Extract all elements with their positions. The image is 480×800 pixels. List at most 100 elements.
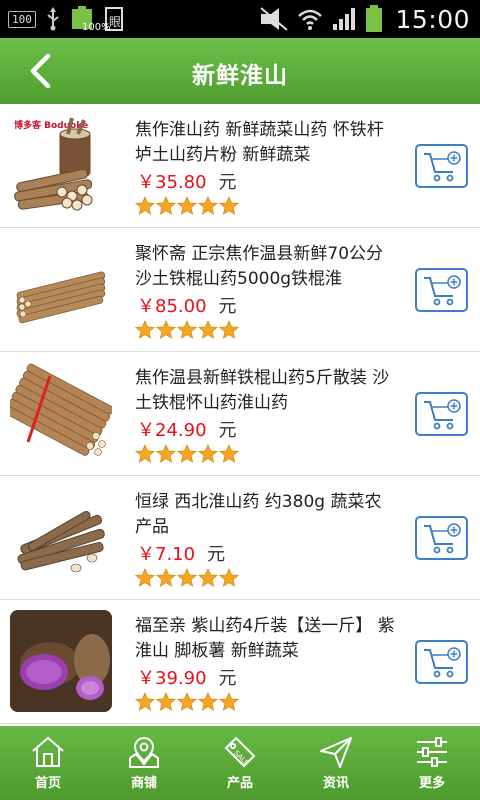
product-item[interactable]: 福至亲 紫山药4斤装【送一斤】 紫淮山 脚板薯 新鲜蔬菜 ￥39.90 元 xyxy=(0,600,480,724)
usb-icon xyxy=(47,7,59,31)
star-icon xyxy=(156,568,176,587)
signal-icon xyxy=(333,8,356,30)
star-icon xyxy=(198,568,218,587)
nav-item-home[interactable]: 首页 xyxy=(0,726,96,800)
product-item[interactable]: 博多客 Boduoke 焦作淮山药 新鲜蔬菜山药 怀铁杆垆土山药片粉 新鲜蔬菜 … xyxy=(0,104,480,228)
cart-add-icon xyxy=(423,275,461,306)
nav-item-products[interactable]: SALE 产品 xyxy=(192,726,288,800)
cart-add-icon xyxy=(423,151,461,182)
add-to-cart-button[interactable] xyxy=(415,392,468,436)
product-image xyxy=(10,362,112,464)
battery-percent: 100% xyxy=(82,22,111,33)
star-icon xyxy=(135,568,155,587)
sliders-icon xyxy=(417,737,447,767)
product-title[interactable]: 焦作温县新鲜铁棍山药5斤散装 沙土铁棍怀山药淮山药 xyxy=(135,366,397,416)
star-icon xyxy=(219,196,239,215)
home-icon xyxy=(32,736,64,767)
nav-label: 首页 xyxy=(34,776,61,791)
star-icon xyxy=(156,692,176,711)
price-unit: 元 xyxy=(218,420,237,441)
rating-stars xyxy=(135,692,239,712)
star-icon xyxy=(135,196,155,215)
add-to-cart-button[interactable] xyxy=(415,144,468,188)
bottom-nav: 首页 商铺 SALE 产品 资讯 更多 xyxy=(0,726,480,800)
title-bar: 新鲜淮山 xyxy=(0,38,480,104)
star-icon xyxy=(135,692,155,711)
star-icon xyxy=(156,196,176,215)
product-image: 博多客 Boduoke xyxy=(10,114,112,216)
add-to-cart-button[interactable] xyxy=(415,268,468,312)
product-title[interactable]: 恒绿 西北淮山药 约380g 蔬菜农产品 xyxy=(135,490,397,540)
star-icon xyxy=(156,444,176,463)
rating-stars xyxy=(135,196,239,216)
star-icon xyxy=(219,444,239,463)
status-right: 15:00 xyxy=(259,4,470,34)
product-item[interactable]: 聚怀斋 正宗焦作温县新鲜70公分沙土铁棍山药5000g铁棍淮 ￥85.00 元 xyxy=(0,228,480,352)
product-title[interactable]: 福至亲 紫山药4斤装【送一斤】 紫淮山 脚板薯 新鲜蔬菜 xyxy=(135,614,397,664)
price-unit: 元 xyxy=(218,668,237,689)
price-value: ￥7.10 xyxy=(137,544,196,565)
product-image xyxy=(10,238,112,340)
product-title[interactable]: 聚怀斋 正宗焦作温县新鲜70公分沙土铁棍山药5000g铁棍淮 xyxy=(135,242,397,292)
star-icon xyxy=(177,320,197,339)
product-item[interactable]: 恒绿 西北淮山药 约380g 蔬菜农产品 ￥7.10 元 xyxy=(0,476,480,600)
price-value: ￥24.90 xyxy=(137,420,207,441)
notification-badge: 100 xyxy=(8,10,36,28)
product-list[interactable]: 博多客 Boduoke 焦作淮山药 新鲜蔬菜山药 怀铁杆垆土山药片粉 新鲜蔬菜 … xyxy=(0,104,480,726)
svg-text:眼: 眼 xyxy=(109,15,121,29)
star-icon xyxy=(198,320,218,339)
nav-label: 资讯 xyxy=(322,776,349,791)
star-icon xyxy=(156,320,176,339)
store-icon xyxy=(129,736,159,768)
status-bar: 100 眼 100% 15:00 xyxy=(0,0,480,38)
product-item[interactable]: 焦作温县新鲜铁棍山药5斤散装 沙土铁棍怀山药淮山药 ￥24.90 元 xyxy=(0,352,480,476)
price-unit: 元 xyxy=(218,172,237,193)
nav-label: 商铺 xyxy=(130,776,157,791)
star-icon xyxy=(177,692,197,711)
product-price: ￥24.90 元 xyxy=(137,416,237,442)
price-unit: 元 xyxy=(207,544,226,565)
star-icon xyxy=(135,444,155,463)
rating-stars xyxy=(135,444,239,464)
price-value: ￥35.80 xyxy=(137,172,207,193)
nav-item-store[interactable]: 商铺 xyxy=(96,726,192,800)
page-title: 新鲜淮山 xyxy=(192,63,288,89)
price-unit: 元 xyxy=(218,296,237,317)
price-value: ￥39.90 xyxy=(137,668,207,689)
star-icon xyxy=(177,568,197,587)
wifi-icon xyxy=(298,9,323,30)
mute-icon xyxy=(260,7,289,31)
product-price: ￥85.00 元 xyxy=(137,292,237,318)
send-icon xyxy=(320,737,352,768)
nav-label: 更多 xyxy=(418,776,445,791)
nav-item-news[interactable]: 资讯 xyxy=(288,726,384,800)
star-icon xyxy=(177,444,197,463)
star-icon xyxy=(198,692,218,711)
cart-add-icon xyxy=(423,399,461,430)
clock: 15:00 xyxy=(395,4,470,34)
star-icon xyxy=(198,196,218,215)
nav-label: 产品 xyxy=(226,776,253,791)
product-title[interactable]: 焦作淮山药 新鲜蔬菜山药 怀铁杆垆土山药片粉 新鲜蔬菜 xyxy=(135,118,397,168)
product-price: ￥7.10 元 xyxy=(137,540,225,566)
cart-add-icon xyxy=(423,523,461,554)
tag-icon: SALE xyxy=(224,736,256,768)
rating-stars xyxy=(135,320,239,340)
nav-item-more[interactable]: 更多 xyxy=(384,726,480,800)
product-image xyxy=(10,486,112,588)
product-price: ￥35.80 元 xyxy=(137,168,237,194)
product-price: ￥39.90 元 xyxy=(137,664,237,690)
battery-icon xyxy=(366,5,383,32)
star-icon xyxy=(135,320,155,339)
star-icon xyxy=(219,568,239,587)
cart-add-icon xyxy=(423,647,461,678)
product-image xyxy=(10,610,112,712)
star-icon xyxy=(198,444,218,463)
add-to-cart-button[interactable] xyxy=(415,640,468,684)
add-to-cart-button[interactable] xyxy=(415,516,468,560)
star-icon xyxy=(219,320,239,339)
star-icon xyxy=(219,692,239,711)
price-value: ￥85.00 xyxy=(137,296,207,317)
star-icon xyxy=(177,196,197,215)
rating-stars xyxy=(135,568,239,588)
